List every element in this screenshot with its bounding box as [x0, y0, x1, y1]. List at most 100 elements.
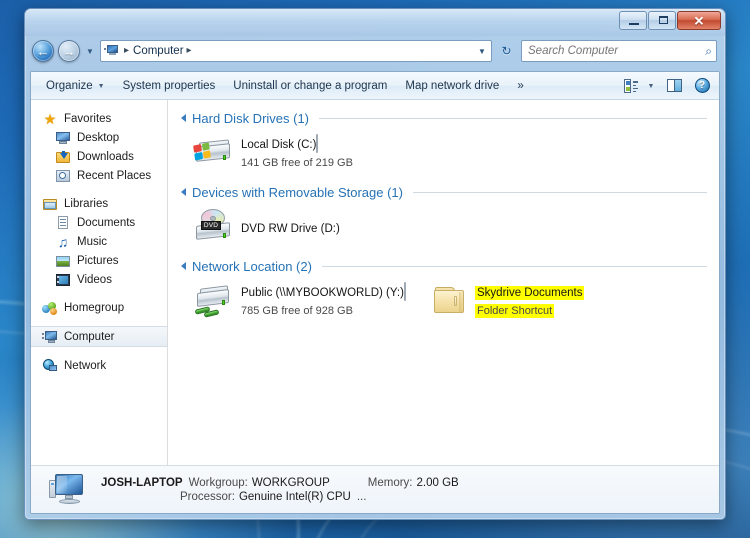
desktop-icon — [55, 130, 71, 146]
organize-label: Organize — [46, 79, 93, 92]
recent-pages-dropdown[interactable]: ▼ — [84, 47, 96, 56]
memory-label: Memory: — [367, 476, 413, 489]
recent-places-icon — [55, 168, 71, 184]
workgroup-value: WORKGROUP — [251, 476, 330, 489]
content-group-removable-storage: Devices with Removable Storage (1) DVD D… — [180, 182, 709, 250]
search-box[interactable]: ⌕ — [521, 40, 717, 62]
help-icon: ? — [694, 78, 710, 93]
sidebar-item-favorites[interactable]: ★ Favorites — [31, 109, 167, 128]
homegroup-icon — [42, 300, 58, 316]
group-title: Hard Disk Drives (1) — [192, 110, 310, 126]
drive-tile-local-disk-c[interactable]: Local Disk (C:) 141 GB free of 219 GB — [188, 130, 406, 176]
computer-details-icon — [49, 472, 89, 508]
close-button[interactable]: ✕ — [677, 11, 721, 30]
window-controls: ✕ — [619, 11, 721, 31]
refresh-button[interactable]: ↻ — [496, 40, 517, 62]
sidebar-item-label: Recent Places — [77, 169, 152, 182]
sidebar-item-label: Network — [64, 359, 107, 372]
content-pane[interactable]: Hard Disk Drives (1) Local Disk (C:) 141… — [168, 100, 719, 465]
tile-body: Public (\\MYBOOKWORLD) (Y:) 785 GB free … — [241, 281, 406, 319]
preview-pane-button[interactable] — [659, 75, 689, 97]
breadcrumb-separator: ▸ — [124, 45, 130, 56]
uninstall-change-program-button[interactable]: Uninstall or change a program — [224, 76, 396, 96]
nav-group-homegroup: Homegroup — [31, 298, 167, 317]
dvd-drive-icon: DVD — [192, 207, 234, 247]
sidebar-item-network[interactable]: Network — [31, 356, 167, 375]
folder-tile-skydrive-documents[interactable]: Skydrive Documents Folder Shortcut — [428, 278, 585, 324]
refresh-icon: ↻ — [501, 44, 512, 58]
sidebar-item-documents[interactable]: Documents — [31, 213, 167, 232]
collapse-triangle-icon[interactable] — [181, 188, 186, 196]
address-history-dropdown[interactable]: ▼ — [475, 47, 489, 56]
views-icon — [624, 78, 638, 93]
star-icon: ★ — [43, 110, 57, 127]
command-toolbar: Organize ▼ System properties Uninstall o… — [31, 72, 719, 100]
title-bar[interactable]: ✕ — [25, 9, 725, 36]
sidebar-item-label: Libraries — [64, 197, 109, 210]
drive-tile-public-mybookworld-y[interactable]: Public (\\MYBOOKWORLD) (Y:) 785 GB free … — [188, 278, 406, 324]
sidebar-item-downloads[interactable]: Downloads — [31, 147, 167, 166]
system-properties-button[interactable]: System properties — [114, 76, 225, 96]
address-toolbar: ← → ▼ ▸ Computer ▸ ▼ ↻ Search Computer ⌕ — [25, 36, 725, 66]
group-title: Network Location (2) — [192, 258, 312, 274]
chevron-down-icon: ▼ — [647, 83, 655, 90]
sidebar-item-homegroup[interactable]: Homegroup — [31, 298, 167, 317]
chevron-down-icon: ▼ — [97, 83, 105, 90]
memory-value: 2.00 GB — [416, 476, 459, 489]
help-button[interactable]: ? — [689, 75, 715, 97]
network-icon — [42, 358, 58, 374]
tile-name: Public (\\MYBOOKWORLD) (Y:) — [241, 287, 404, 299]
processor-ellipsis: ... — [356, 490, 367, 503]
collapse-triangle-icon[interactable] — [181, 262, 186, 270]
capacity-bar — [403, 282, 406, 301]
tile-list: DVD DVD RW Drive (D:) — [180, 204, 709, 250]
sidebar-item-label: Videos — [77, 273, 112, 286]
nav-group-favorites: ★ Favorites Desktop Downloads Recent Pla… — [31, 109, 167, 185]
forward-arrow-icon: → — [62, 43, 76, 59]
tile-body: Local Disk (C:) 141 GB free of 219 GB — [241, 133, 402, 171]
maximize-button[interactable] — [648, 11, 676, 30]
back-button[interactable]: ← — [32, 40, 54, 62]
change-view-dropdown[interactable]: ▼ — [643, 75, 659, 97]
change-view-button[interactable] — [619, 75, 643, 97]
computer-crumb-icon — [104, 44, 119, 58]
close-icon: ✕ — [693, 13, 705, 28]
tile-name: Local Disk (C:) — [241, 139, 317, 151]
address-bar[interactable]: ▸ Computer ▸ ▼ — [100, 40, 492, 62]
sidebar-item-pictures[interactable]: Pictures — [31, 251, 167, 270]
breadcrumb-separator[interactable]: ▸ — [187, 46, 192, 56]
nav-group-libraries: Libraries Documents ♫ Music Pictures Vid… — [31, 194, 167, 289]
capacity-bar — [316, 134, 319, 153]
map-network-drive-button[interactable]: Map network drive — [396, 76, 508, 96]
sidebar-item-music[interactable]: ♫ Music — [31, 232, 167, 251]
toolbar-overflow-button[interactable]: » — [508, 76, 532, 96]
downloads-icon — [55, 149, 71, 165]
group-divider — [319, 117, 707, 119]
drive-tile-dvd-rw-d[interactable]: DVD DVD RW Drive (D:) — [188, 204, 406, 250]
content-group-hard-disk-drives: Hard Disk Drives (1) Local Disk (C:) 141… — [180, 108, 709, 176]
group-header[interactable]: Hard Disk Drives (1) — [180, 108, 709, 128]
breadcrumb-item-computer[interactable]: Computer — [133, 45, 184, 57]
search-icon: ⌕ — [705, 43, 712, 58]
sidebar-item-recent-places[interactable]: Recent Places — [31, 166, 167, 185]
sidebar-item-label: Pictures — [77, 254, 119, 267]
desktop-background: ✕ ← → ▼ ▸ Computer ▸ ▼ ↻ Search Computer… — [0, 0, 750, 538]
sidebar-item-libraries[interactable]: Libraries — [31, 194, 167, 213]
minimize-button[interactable] — [619, 11, 647, 30]
search-input[interactable] — [528, 45, 706, 57]
group-header[interactable]: Devices with Removable Storage (1) — [180, 182, 709, 202]
navigation-pane[interactable]: ★ Favorites Desktop Downloads Recent Pla… — [31, 100, 168, 465]
group-header[interactable]: Network Location (2) — [180, 256, 709, 276]
sidebar-item-label: Computer — [64, 330, 115, 343]
collapse-triangle-icon[interactable] — [181, 114, 186, 122]
nav-group-network: Network — [31, 356, 167, 375]
forward-button[interactable]: → — [58, 40, 80, 62]
group-divider — [412, 191, 707, 193]
sidebar-item-computer[interactable]: Computer — [31, 326, 167, 347]
sidebar-item-desktop[interactable]: Desktop — [31, 128, 167, 147]
tile-subtext: 141 GB free of 219 GB — [241, 157, 353, 169]
folder-icon — [432, 281, 468, 317]
sidebar-item-videos[interactable]: Videos — [31, 270, 167, 289]
organize-button[interactable]: Organize ▼ — [37, 76, 114, 96]
preview-pane-icon — [666, 79, 682, 92]
